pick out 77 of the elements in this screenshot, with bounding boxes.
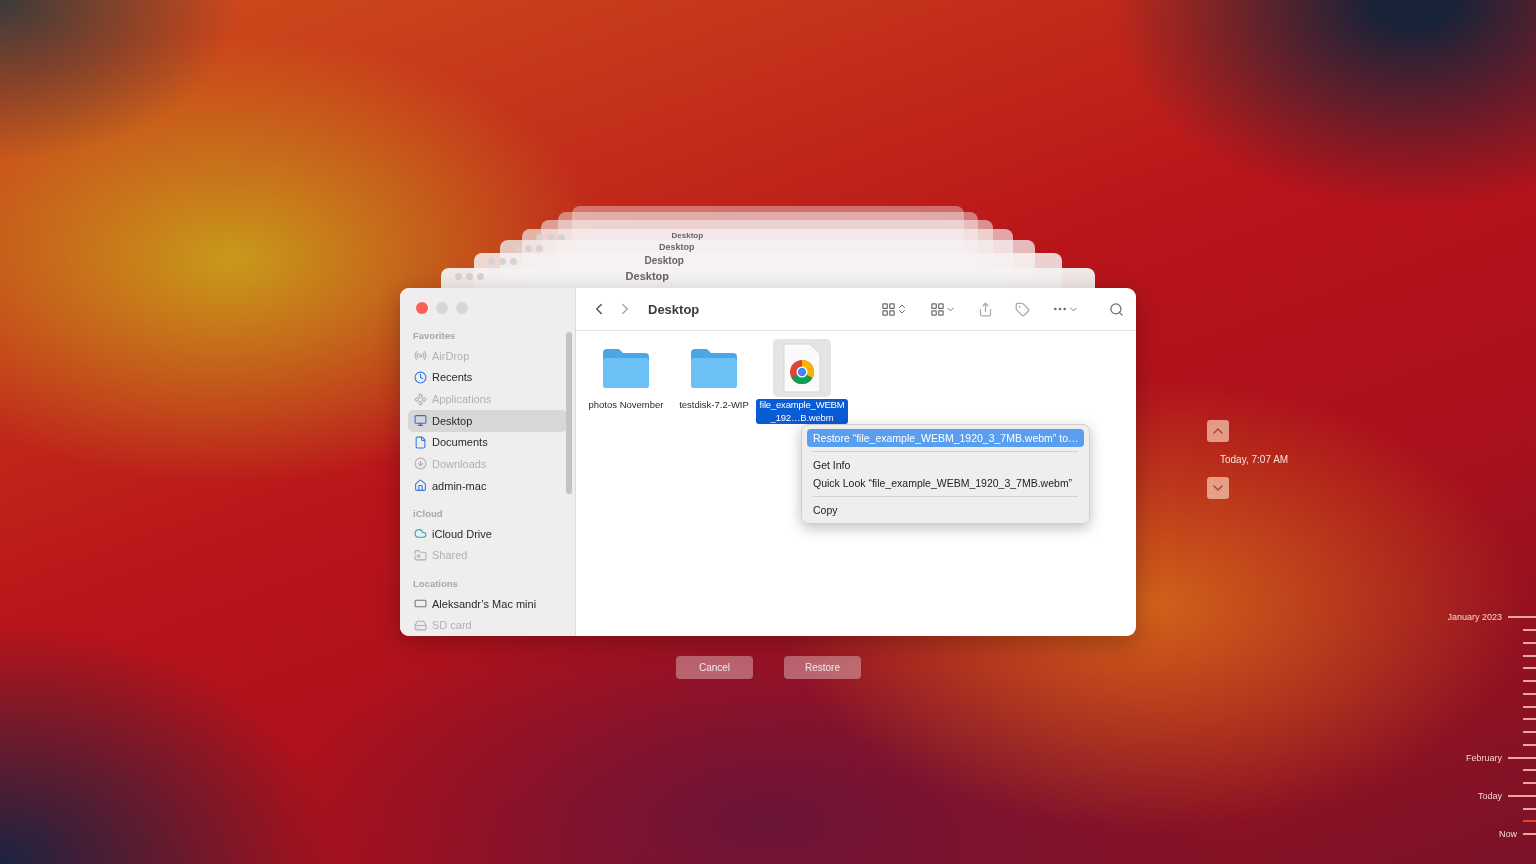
scrollbar-thumb[interactable] [566,332,572,494]
window-title: Desktop [625,271,669,282]
share-icon[interactable] [978,301,993,317]
window-control-dot [514,245,521,252]
menu-item[interactable]: Copy [807,501,1084,519]
download-icon [414,457,427,471]
file-name[interactable]: testdisk-7.2-WIP [676,399,752,412]
window-control-dot [466,273,473,280]
sidebar-item[interactable]: Recents [408,366,567,389]
date-label: Today, 7:07 AM [1220,454,1289,465]
sidebar-item[interactable]: Desktop [408,409,567,432]
sidebar-item[interactable]: Aleksandr’s Mac mini [408,592,567,615]
sidebar-item[interactable]: admin-mac [408,474,567,497]
timeline-label[interactable]: Today [1477,790,1502,801]
window-control-dot [499,258,506,265]
timeline-tick [1523,629,1536,632]
sidebar-heading: Locations [412,577,459,589]
timeline-label[interactable]: January 2023 [1447,612,1502,623]
timeline-tick [1523,769,1536,772]
cancel-button[interactable]: Cancel [676,656,753,679]
drive-icon [414,618,427,632]
close-button[interactable] [416,302,428,314]
window-title: Desktop [671,232,704,240]
cloud-icon [414,527,427,541]
timeline-tick [1523,641,1536,644]
timeline-label[interactable]: February [1466,752,1502,763]
folder-icon [689,347,739,389]
monitor-icon [414,414,427,428]
timeline-tick [1508,794,1536,797]
timeline-tick [1523,782,1536,785]
file-icon-tile[interactable] [773,339,831,397]
search-icon[interactable] [1109,301,1124,317]
window-control-dot [536,245,543,252]
menu-item[interactable]: Quick Look “file_example_WEBM_1920_3_7MB.webm” [807,474,1084,492]
sidebar-item[interactable]: Documents [408,431,567,454]
file-name[interactable]: photos November [585,399,667,412]
group-icon[interactable] [930,301,945,317]
folder-icon [601,347,651,389]
timeline-tick [1523,833,1536,836]
window-title: Desktop [644,256,684,266]
grid-view-icon[interactable] [881,301,896,317]
timeline-tick [1523,692,1536,695]
window-control-dot [455,273,462,280]
timeline-tick [1523,820,1536,823]
sidebar-heading: Favorites [412,330,457,341]
timeline-label[interactable]: Now [1499,829,1517,840]
airdrop-icon [414,349,427,363]
clock-icon [414,370,427,384]
sidebar-item[interactable]: iCloud Drive [408,522,567,545]
document-icon [414,435,427,449]
sidebar-heading: iCloud [412,507,444,519]
timeline-tick [1523,667,1536,670]
browser-document-icon [783,343,821,393]
timeline-tick [1508,756,1536,759]
window-control-dot [525,245,532,252]
timeline-tick [1523,680,1536,683]
menu-item[interactable]: Get Info [807,456,1084,474]
timeline-tick [1523,654,1536,657]
window-control-dot [510,258,517,265]
home-icon [414,479,427,493]
window-title: Desktop [648,301,701,317]
shared-folder-icon [414,548,427,562]
timeline-tick [1523,705,1536,708]
updown-chevron-icon[interactable] [896,303,908,315]
timeline-tick [1523,807,1536,810]
timeline-tick [1508,616,1536,619]
tag-icon[interactable] [1015,301,1030,317]
window-control-dot [477,273,484,280]
timeline-tick [1523,743,1536,746]
later-button[interactable] [1207,477,1230,499]
timeline-tick [1523,718,1536,721]
file-name[interactable]: file_example_WEBM_192…B.webm [756,399,848,424]
earlier-button[interactable] [1207,420,1230,442]
timeline-tick [1523,731,1536,734]
restore-button[interactable]: Restore [784,656,861,679]
window-title: Desktop [659,243,695,252]
apps-icon [414,392,427,406]
